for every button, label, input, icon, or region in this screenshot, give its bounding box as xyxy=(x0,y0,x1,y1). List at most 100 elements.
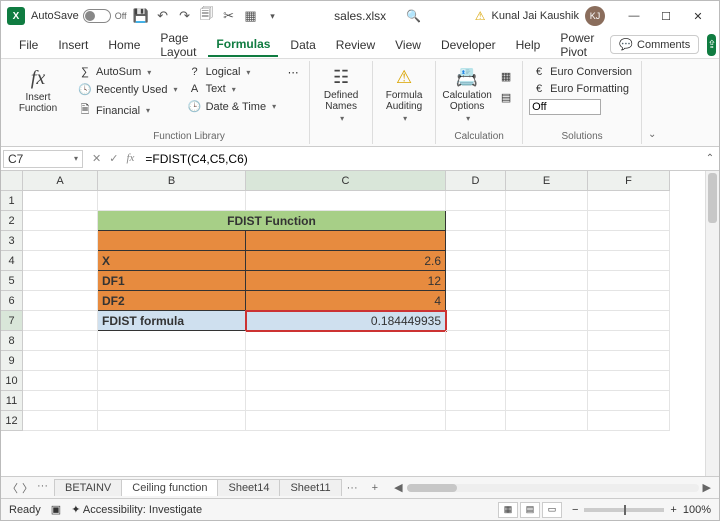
cell-C4[interactable]: 2.6 xyxy=(246,251,446,271)
cell-A10[interactable] xyxy=(23,371,98,391)
row-3[interactable]: 3 xyxy=(1,231,23,251)
cell-A3[interactable] xyxy=(23,231,98,251)
cell-F12[interactable] xyxy=(588,411,670,431)
accessibility-status[interactable]: ✦ Accessibility: Investigate xyxy=(71,503,202,516)
cell-E12[interactable] xyxy=(506,411,588,431)
cell-E2[interactable] xyxy=(506,211,588,231)
tab-data[interactable]: Data xyxy=(282,34,323,56)
cell-F6[interactable] xyxy=(588,291,670,311)
row-9[interactable]: 9 xyxy=(1,351,23,371)
cell-E4[interactable] xyxy=(506,251,588,271)
formula-bar-expand-icon[interactable]: ⌃ xyxy=(701,153,719,164)
cell-A7[interactable] xyxy=(23,311,98,331)
cell-C10[interactable] xyxy=(246,371,446,391)
sheet-prev-icon[interactable]: 〈 xyxy=(7,480,18,496)
cell-D4[interactable] xyxy=(446,251,506,271)
financial-button[interactable]: 🗎Financial▾ xyxy=(75,100,181,121)
cell-D5[interactable] xyxy=(446,271,506,291)
undo-icon[interactable]: ↶ xyxy=(155,8,171,24)
sheet-tab-sheet11[interactable]: Sheet11 xyxy=(279,479,341,496)
zoom-out-button[interactable]: − xyxy=(572,504,578,516)
cell-E9[interactable] xyxy=(506,351,588,371)
row-1[interactable]: 1 xyxy=(1,191,23,211)
row-4[interactable]: 4 xyxy=(1,251,23,271)
cell-D10[interactable] xyxy=(446,371,506,391)
tab-page-layout[interactable]: Page Layout xyxy=(152,27,204,63)
cell-C7-selected[interactable]: 0.184449935 xyxy=(246,311,446,331)
cell-B7[interactable]: FDIST formula xyxy=(98,311,246,331)
more-functions-button[interactable]: ⋯ xyxy=(283,65,303,80)
col-B[interactable]: B xyxy=(98,171,246,191)
row-10[interactable]: 10 xyxy=(1,371,23,391)
col-A[interactable]: A xyxy=(23,171,98,191)
hscroll-right-icon[interactable]: ▶ xyxy=(703,481,711,494)
tab-review[interactable]: Review xyxy=(328,34,383,56)
row-5[interactable]: 5 xyxy=(1,271,23,291)
accept-formula-icon[interactable]: ✓ xyxy=(106,152,121,165)
cell-D12[interactable] xyxy=(446,411,506,431)
redo-icon[interactable]: ↷ xyxy=(177,8,193,24)
close-button[interactable]: ✕ xyxy=(683,6,713,26)
cell-B5[interactable]: DF1 xyxy=(98,271,246,291)
view-page-break-button[interactable]: ▭ xyxy=(542,502,562,518)
share-button[interactable]: ⇪ xyxy=(707,34,716,56)
text-button[interactable]: AText▾ xyxy=(185,82,280,96)
cell-A1[interactable] xyxy=(23,191,98,211)
cell-B4[interactable]: X xyxy=(98,251,246,271)
row-8[interactable]: 8 xyxy=(1,331,23,351)
cell-A9[interactable] xyxy=(23,351,98,371)
autosum-button[interactable]: ∑AutoSum▾ xyxy=(75,65,181,79)
cell-C6[interactable]: 4 xyxy=(246,291,446,311)
vertical-scrollbar[interactable] xyxy=(705,171,719,476)
cell-B3[interactable] xyxy=(98,231,246,251)
recently-used-button[interactable]: 🕓Recently Used▾ xyxy=(75,82,181,97)
cell-A4[interactable] xyxy=(23,251,98,271)
tab-view[interactable]: View xyxy=(387,34,429,56)
cell-A2[interactable] xyxy=(23,211,98,231)
cell-B12[interactable] xyxy=(98,411,246,431)
sheet-tab-sheet14[interactable]: Sheet14 xyxy=(217,479,280,496)
ribbon-collapse-button[interactable]: ⌄ xyxy=(642,125,662,144)
logical-button[interactable]: ?Logical▾ xyxy=(185,65,280,79)
cell-B2C2-title[interactable]: FDIST Function xyxy=(98,211,446,231)
cut-icon[interactable]: ✂ xyxy=(221,8,237,24)
tab-help[interactable]: Help xyxy=(508,34,549,56)
cell-C5[interactable]: 12 xyxy=(246,271,446,291)
tab-power-pivot[interactable]: Power Pivot xyxy=(552,27,602,63)
namebox-dropdown-icon[interactable]: ▾ xyxy=(74,154,78,163)
cell-C8[interactable] xyxy=(246,331,446,351)
cell-D7[interactable] xyxy=(446,311,506,331)
cell-E11[interactable] xyxy=(506,391,588,411)
name-box[interactable]: C7 ▾ xyxy=(3,150,83,168)
macro-record-icon[interactable]: ▣ xyxy=(51,503,61,516)
qat-dropdown-icon[interactable]: ▾ xyxy=(265,8,281,24)
col-C[interactable]: C xyxy=(246,171,446,191)
tab-file[interactable]: File xyxy=(11,34,46,56)
add-sheet-button[interactable]: + xyxy=(364,480,386,496)
comments-button[interactable]: 💬 Comments xyxy=(610,35,699,54)
cell-D2[interactable] xyxy=(446,211,506,231)
maximize-button[interactable]: ☐ xyxy=(651,6,681,26)
cell-F2[interactable] xyxy=(588,211,670,231)
cell-C12[interactable] xyxy=(246,411,446,431)
cell-D11[interactable] xyxy=(446,391,506,411)
cell-A5[interactable] xyxy=(23,271,98,291)
row-2[interactable]: 2 xyxy=(1,211,23,231)
view-page-layout-button[interactable]: ▤ xyxy=(520,502,540,518)
cell-B1[interactable] xyxy=(98,191,246,211)
search-icon[interactable]: 🔍 xyxy=(406,9,421,23)
autosave-toggle[interactable] xyxy=(83,9,111,23)
cell-E6[interactable] xyxy=(506,291,588,311)
cell-B6[interactable]: DF2 xyxy=(98,291,246,311)
minimize-button[interactable]: — xyxy=(619,6,649,26)
cell-E5[interactable] xyxy=(506,271,588,291)
cell-B10[interactable] xyxy=(98,371,246,391)
cell-E3[interactable] xyxy=(506,231,588,251)
cell-D6[interactable] xyxy=(446,291,506,311)
cell-C11[interactable] xyxy=(246,391,446,411)
solutions-select[interactable] xyxy=(529,99,601,115)
horizontal-scrollbar[interactable] xyxy=(407,484,699,492)
cell-E7[interactable] xyxy=(506,311,588,331)
cell-F9[interactable] xyxy=(588,351,670,371)
row-12[interactable]: 12 xyxy=(1,411,23,431)
